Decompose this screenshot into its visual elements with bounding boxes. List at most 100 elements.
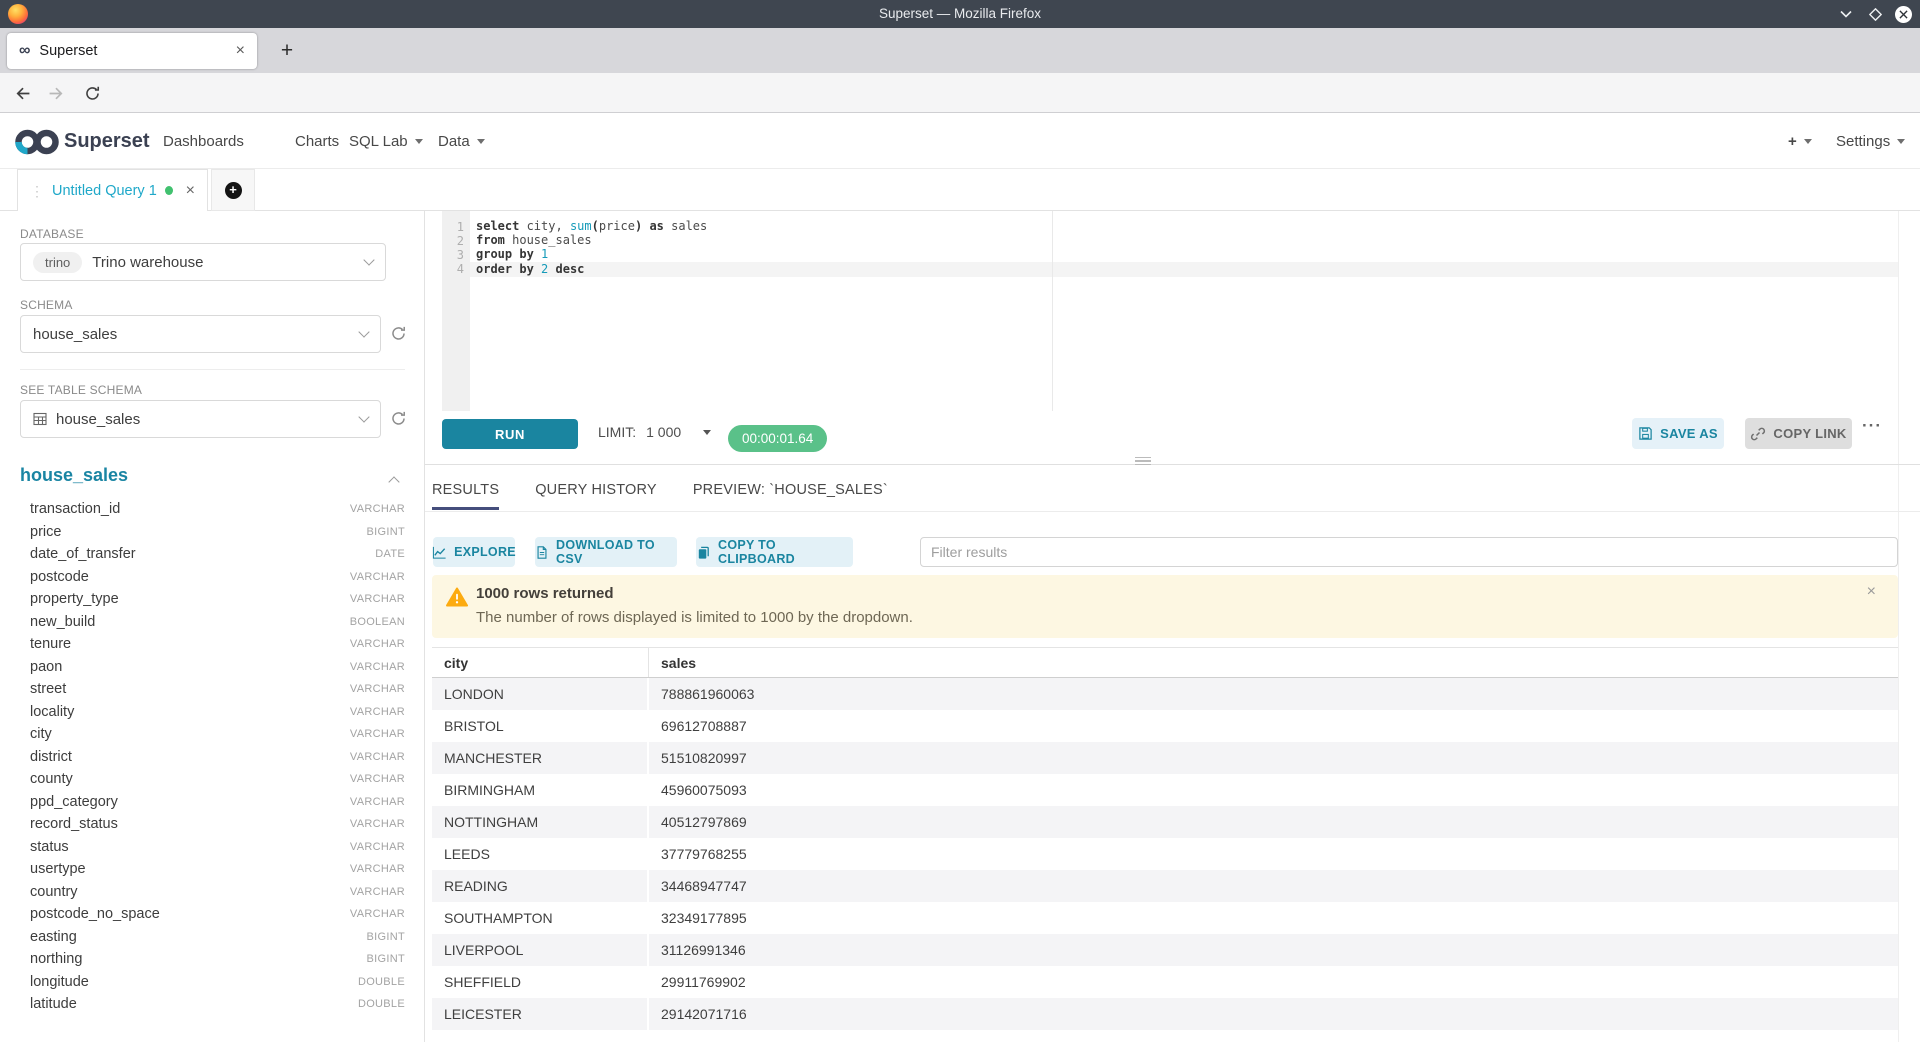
schema-column-row[interactable]: property_typeVARCHAR	[0, 588, 425, 611]
table-row[interactable]: BRISTOL69612708887	[432, 710, 1898, 742]
table-row[interactable]: NOTTINGHAM40512797869	[432, 806, 1898, 838]
editor-gutter: 1 2 3 4	[442, 211, 470, 411]
column-name: city	[30, 726, 52, 742]
schema-column-row[interactable]: usertypeVARCHAR	[0, 858, 425, 881]
browser-toolbar: 217.160.120.143:32393/superset/sqllab/	[0, 73, 1920, 113]
run-button[interactable]: RUN	[442, 419, 578, 449]
explore-button[interactable]: EXPLORE	[433, 537, 515, 567]
schema-column-row[interactable]: localityVARCHAR	[0, 701, 425, 724]
drag-handle-icon[interactable]: ⋮	[30, 184, 44, 198]
code-line: select city, sum(price) as sales	[476, 219, 707, 233]
table-row[interactable]: READING34468947747	[432, 870, 1898, 902]
copy-clipboard-button[interactable]: COPY TO CLIPBOARD	[696, 537, 853, 567]
tab-preview[interactable]: PREVIEW: `HOUSE_SALES`	[693, 482, 888, 510]
schema-column-row[interactable]: new_buildBOOLEAN	[0, 611, 425, 634]
table-row[interactable]: LEICESTER29142071716	[432, 998, 1898, 1030]
schema-column-row[interactable]: priceBIGINT	[0, 521, 425, 544]
window-minimize-button[interactable]	[1837, 5, 1855, 23]
copy-link-button[interactable]: COPY LINK	[1745, 418, 1852, 449]
save-as-button[interactable]: SAVE AS	[1632, 418, 1724, 449]
download-csv-button[interactable]: DOWNLOAD TO CSV	[535, 537, 677, 567]
settings-menu[interactable]: Settings	[1836, 113, 1905, 169]
new-tab-button[interactable]: +	[272, 36, 302, 66]
tab-results[interactable]: RESULTS	[432, 482, 499, 510]
schema-column-row[interactable]: postcodeVARCHAR	[0, 566, 425, 589]
table-schema-label: SEE TABLE SCHEMA	[20, 383, 142, 397]
schema-column-row[interactable]: countryVARCHAR	[0, 881, 425, 904]
forward-button[interactable]	[48, 85, 66, 103]
collapse-chevron-icon[interactable]	[388, 476, 399, 487]
nav-item-charts[interactable]: Charts	[295, 113, 339, 169]
schema-column-row[interactable]: longitudeDOUBLE	[0, 971, 425, 994]
chevron-down-icon	[363, 254, 374, 265]
pane-resize-handle[interactable]	[1135, 456, 1151, 466]
column-name: northing	[30, 951, 82, 967]
table-row[interactable]: SHEFFIELD29911769902	[432, 966, 1898, 998]
schema-column-row[interactable]: statusVARCHAR	[0, 836, 425, 859]
table-header-row: city sales	[432, 647, 1898, 678]
superset-logo	[14, 127, 60, 157]
schema-column-row[interactable]: record_statusVARCHAR	[0, 813, 425, 836]
nav-item-dashboards[interactable]: Dashboards	[163, 113, 244, 169]
schema-column-row[interactable]: transaction_idVARCHAR	[0, 498, 425, 521]
table-select[interactable]: house_sales	[20, 400, 381, 438]
window-maximize-button[interactable]	[1866, 5, 1884, 23]
nav-item-sql-lab[interactable]: SQL Lab	[349, 113, 423, 169]
column-header-city[interactable]: city	[432, 648, 649, 677]
column-name: status	[30, 839, 69, 855]
schema-column-row[interactable]: tenureVARCHAR	[0, 633, 425, 656]
back-button[interactable]	[14, 85, 32, 103]
schema-column-row[interactable]: cityVARCHAR	[0, 723, 425, 746]
table-row[interactable]: LEEDS37779768255	[432, 838, 1898, 870]
schema-column-row[interactable]: countyVARCHAR	[0, 768, 425, 791]
file-icon	[535, 545, 549, 560]
column-header-sales[interactable]: sales	[649, 648, 1898, 677]
query-tab[interactable]: ⋮ Untitled Query 1 ×	[17, 169, 208, 211]
schema-column-row[interactable]: districtVARCHAR	[0, 746, 425, 769]
filter-results-input[interactable]	[920, 537, 1898, 567]
table-row[interactable]: LIVERPOOL31126991346	[432, 934, 1898, 966]
schema-value: house_sales	[33, 326, 117, 343]
superset-brand[interactable]: Superset	[64, 113, 150, 169]
schema-column-row[interactable]: streetVARCHAR	[0, 678, 425, 701]
table-row[interactable]: LONDON788861960063	[432, 678, 1898, 710]
schema-column-row[interactable]: date_of_transferDATE	[0, 543, 425, 566]
table-row[interactable]: BIRMINGHAM45960075093	[432, 774, 1898, 806]
nav-item-data[interactable]: Data	[438, 113, 485, 169]
reload-button[interactable]	[84, 85, 102, 103]
alert-close-icon[interactable]: ×	[1867, 583, 1876, 601]
table-row[interactable]: MANCHESTER51510820997	[432, 742, 1898, 774]
schema-column-row[interactable]: ppd_categoryVARCHAR	[0, 791, 425, 814]
tab-query-history[interactable]: QUERY HISTORY	[535, 482, 657, 510]
browser-tab[interactable]: ∞ Superset ×	[7, 33, 257, 69]
more-options-button[interactable]: ···	[1862, 416, 1882, 436]
tab-close-icon[interactable]: ×	[236, 43, 245, 59]
column-name: longitude	[30, 974, 89, 990]
query-status-dot	[165, 186, 173, 195]
add-query-tab-button[interactable]: +	[211, 169, 255, 211]
column-name: district	[30, 749, 72, 765]
window-close-button[interactable]	[1895, 6, 1912, 23]
sql-editor[interactable]: select city, sum(price) as sales from ho…	[476, 219, 707, 276]
limit-dropdown[interactable]: LIMIT: 1 000	[598, 417, 711, 447]
results-table: city sales LONDON788861960063 BRISTOL696…	[432, 647, 1898, 1030]
column-name: latitude	[30, 996, 77, 1012]
schema-column-row[interactable]: northingBIGINT	[0, 948, 425, 971]
schema-refresh-button[interactable]	[390, 325, 408, 343]
schema-column-row[interactable]: paonVARCHAR	[0, 656, 425, 679]
column-name: postcode_no_space	[30, 906, 160, 922]
schema-select[interactable]: house_sales	[20, 315, 381, 353]
table-refresh-button[interactable]	[390, 410, 408, 428]
query-tab-close-icon[interactable]: ×	[186, 183, 195, 199]
table-heading[interactable]: house_sales	[20, 465, 128, 486]
schema-column-row[interactable]: postcode_no_spaceVARCHAR	[0, 903, 425, 926]
add-new-button[interactable]: +	[1788, 113, 1812, 169]
query-tab-title[interactable]: Untitled Query 1	[52, 183, 157, 199]
column-type: BOOLEAN	[350, 616, 405, 628]
column-type: VARCHAR	[350, 706, 405, 718]
schema-column-row[interactable]: latitudeDOUBLE	[0, 993, 425, 1016]
database-select[interactable]: trino Trino warehouse	[20, 243, 386, 281]
query-tab-strip: ⋮ Untitled Query 1 × +	[0, 169, 1920, 211]
table-row[interactable]: SOUTHAMPTON32349177895	[432, 902, 1898, 934]
schema-column-row[interactable]: eastingBIGINT	[0, 926, 425, 949]
